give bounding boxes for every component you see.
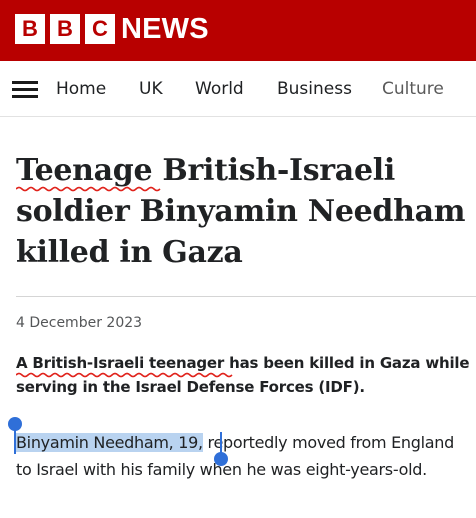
- article-body-paragraph[interactable]: Binyamin Needham, 19, reportedly moved f…: [16, 429, 472, 483]
- publish-date: 4 December 2023: [16, 315, 143, 331]
- divider: [16, 296, 476, 297]
- nav-item-home[interactable]: Home: [56, 78, 106, 100]
- bbc-logo-letter[interactable]: B: [50, 14, 80, 44]
- selection-end-handle[interactable]: [214, 452, 228, 466]
- nav-item-uk[interactable]: UK: [139, 78, 163, 100]
- nav-item-culture[interactable]: Culture: [382, 78, 444, 100]
- menu-icon[interactable]: [12, 81, 38, 98]
- selection-start-handle[interactable]: [8, 417, 22, 431]
- nav-item-business[interactable]: Business: [277, 78, 352, 100]
- bbc-header: B B C NEWS: [0, 0, 476, 61]
- selected-text[interactable]: Binyamin Needham, 19,: [16, 433, 203, 452]
- nav-item-world[interactable]: World: [195, 78, 244, 100]
- selection-start-caret: [14, 428, 16, 454]
- article-headline: Teenage British-Israeli soldier Binyamin…: [16, 153, 466, 270]
- spellcheck-underline: [16, 372, 233, 378]
- spellcheck-underline: [16, 186, 161, 192]
- section-navigation: Home UK World Business Culture: [0, 61, 476, 117]
- bbc-logo-letter[interactable]: B: [15, 14, 45, 44]
- bbc-logo-letter[interactable]: C: [85, 14, 115, 44]
- news-wordmark[interactable]: NEWS: [121, 12, 209, 46]
